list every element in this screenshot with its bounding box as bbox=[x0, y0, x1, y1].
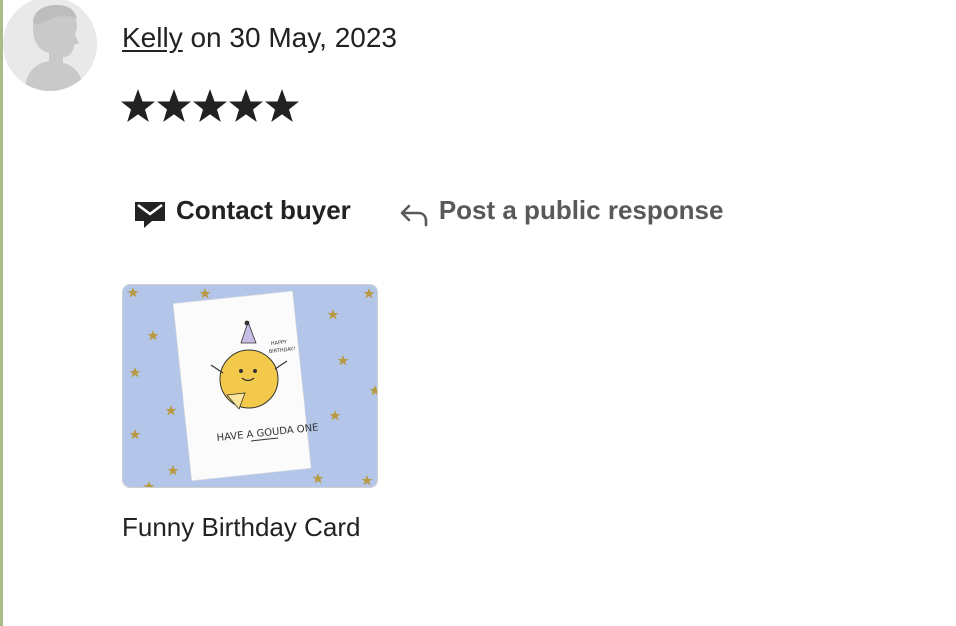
reply-arrow-icon bbox=[399, 193, 429, 227]
star-icon bbox=[264, 86, 300, 126]
star-icon bbox=[120, 86, 156, 126]
left-accent-rule bbox=[0, 0, 3, 626]
contact-buyer-label: Contact buyer bbox=[176, 194, 351, 225]
star-icon bbox=[228, 86, 264, 126]
star-icon bbox=[192, 86, 228, 126]
contact-buyer-button[interactable]: Contact buyer bbox=[134, 191, 351, 229]
reviewer-name-link[interactable]: Kelly bbox=[122, 22, 183, 53]
post-public-response-button[interactable]: Post a public response bbox=[399, 193, 724, 227]
review-actions: Contact buyer Post a public response bbox=[134, 190, 723, 230]
review-date: on 30 May, 2023 bbox=[182, 22, 397, 53]
envelope-icon bbox=[134, 191, 166, 229]
default-avatar-icon bbox=[3, 0, 97, 91]
product-title-link[interactable]: Funny Birthday Card bbox=[122, 510, 360, 544]
reviewer-avatar[interactable] bbox=[3, 0, 97, 91]
birthday-card-image: HAPPY BIRTHDAY! HAVE A GOUDA ONE bbox=[123, 285, 377, 487]
product-thumbnail[interactable]: HAPPY BIRTHDAY! HAVE A GOUDA ONE bbox=[122, 284, 378, 488]
review-header: Kelly on 30 May, 2023 bbox=[122, 20, 397, 56]
star-rating bbox=[120, 86, 300, 128]
post-public-response-label: Post a public response bbox=[438, 194, 724, 225]
star-icon bbox=[156, 86, 192, 126]
